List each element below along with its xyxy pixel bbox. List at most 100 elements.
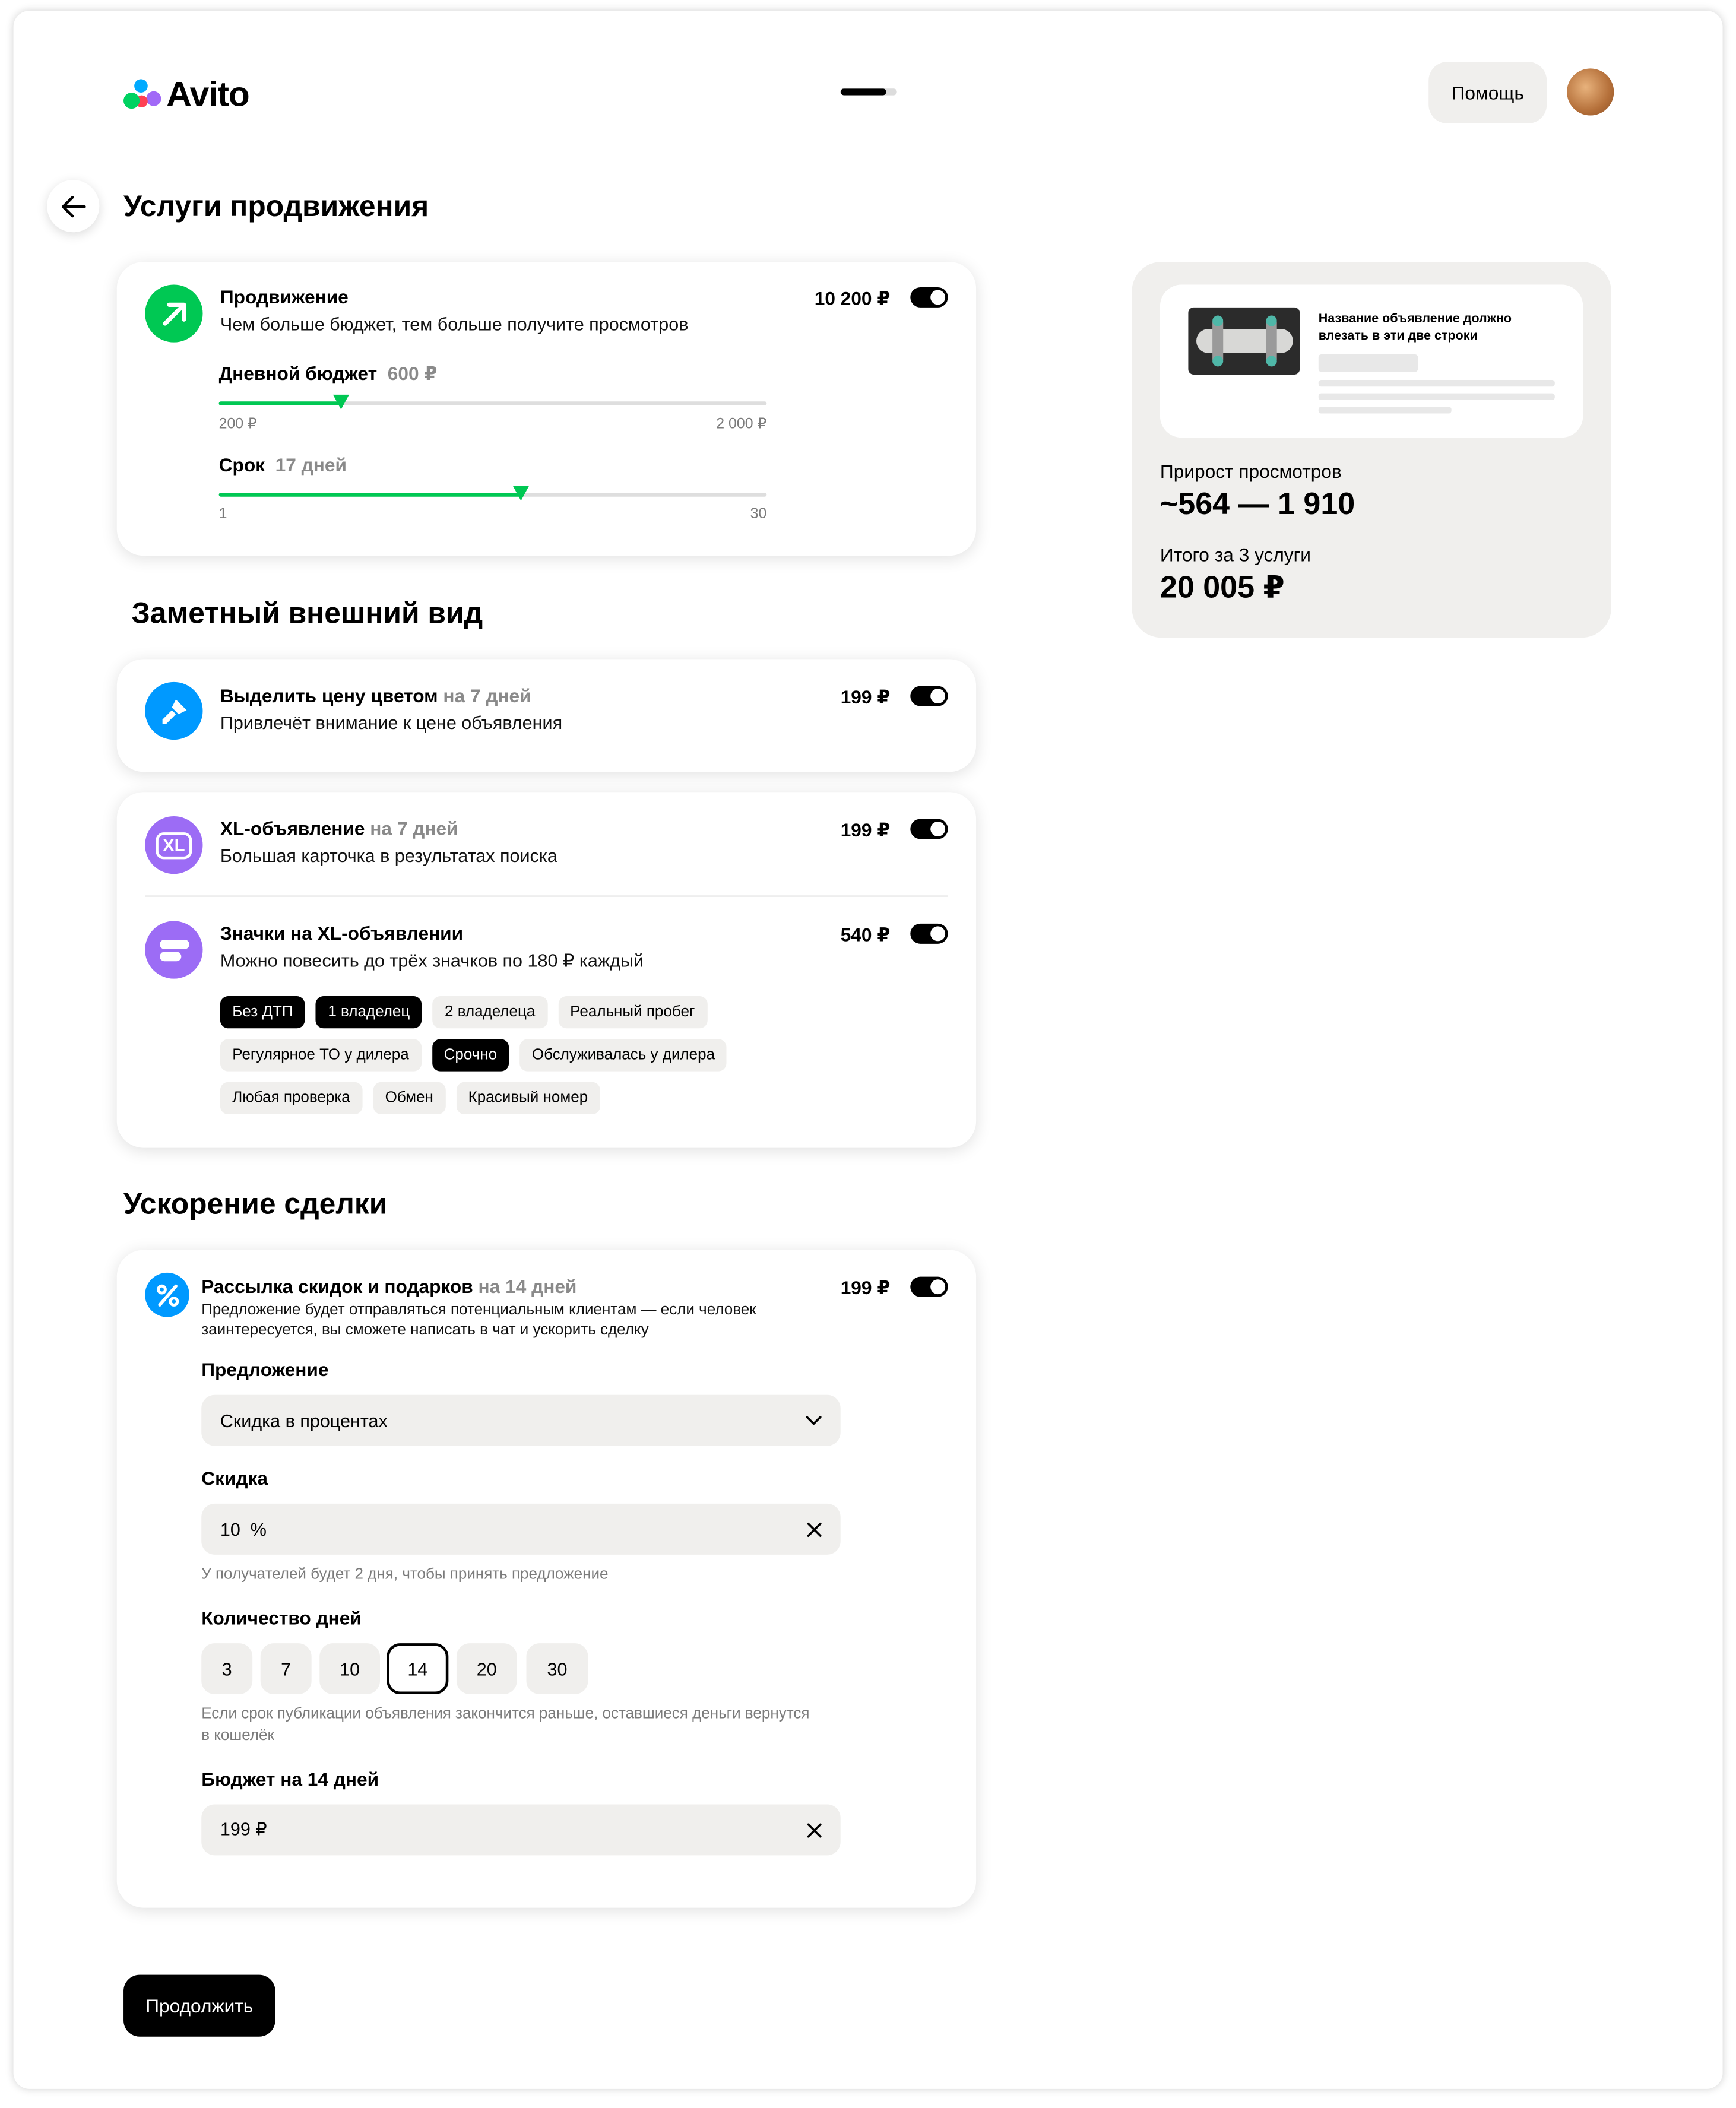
- days-hint-line1: Если срок публикации объявления закончит…: [201, 1706, 810, 1723]
- badges-price: 540 ₽: [840, 923, 891, 946]
- badge-chip[interactable]: Обмен: [373, 1082, 446, 1115]
- badge-chip[interactable]: Обслуживалась у дилера: [519, 1039, 727, 1072]
- preview-title: Название объявление должно влезать в эти…: [1318, 311, 1512, 344]
- xl-divider: [145, 895, 948, 897]
- offer-select[interactable]: Скидка в процентах: [201, 1394, 841, 1446]
- daily-budget-slider-handle[interactable]: [332, 394, 349, 410]
- term-slider-fill: [218, 492, 521, 497]
- day-option[interactable]: 30: [526, 1643, 588, 1695]
- percent-icon: [145, 1272, 189, 1317]
- offer-label: Предложение: [201, 1358, 329, 1380]
- badge-chip[interactable]: Любая проверка: [220, 1082, 363, 1115]
- term-max: 30: [750, 506, 767, 522]
- day-option[interactable]: 10: [319, 1643, 381, 1695]
- xl-price: 199 ₽: [840, 819, 891, 841]
- back-button[interactable]: [47, 180, 100, 233]
- mailing-title: Рассылка скидок и подарков на 14 дней: [201, 1275, 576, 1297]
- discount-input[interactable]: 10 %: [201, 1503, 841, 1555]
- badge-chip[interactable]: Срочно: [432, 1039, 509, 1072]
- views-value: ~564 — 1 910: [1160, 486, 1355, 521]
- continue-button[interactable]: Продолжить: [123, 1974, 275, 2037]
- xl-icon-text: XL: [156, 831, 192, 859]
- badges-title: Значки на XL-объявлении: [220, 922, 464, 944]
- term-label: Срок 17 дней: [219, 454, 347, 475]
- chevron-down-icon: [806, 1416, 822, 1425]
- term-slider-handle[interactable]: [513, 486, 530, 501]
- page: Avito Помощь Услуги продвижения Продвиже…: [0, 0, 1736, 2108]
- xl-icon: XL: [145, 816, 203, 874]
- highlight-title-text: Выделить цену цветом: [220, 684, 438, 706]
- mailing-description: Предложение будет отправляться потенциал…: [201, 1301, 756, 1340]
- daily-budget-label-text: Дневной бюджет: [218, 362, 378, 384]
- mailing-toggle[interactable]: [910, 1276, 948, 1297]
- promotion-description: Чем больше бюджет, тем больше получите п…: [220, 314, 689, 335]
- arrow-left-icon: [61, 195, 85, 217]
- daily-budget-max: 2 000 ₽: [716, 416, 767, 433]
- logo-dots-icon: [123, 76, 161, 113]
- mailing-description-line1: Предложение будет отправляться потенциал…: [201, 1302, 756, 1318]
- avatar[interactable]: [1567, 68, 1614, 116]
- offer-select-value: Скидка в процентах: [220, 1410, 388, 1431]
- budget-input-value: 199 ₽: [220, 1819, 267, 1840]
- badge-chip[interactable]: Красивый номер: [456, 1082, 600, 1115]
- xl-description: Большая карточка в результатах поиска: [220, 845, 557, 866]
- day-option[interactable]: 3: [201, 1643, 253, 1695]
- daily-budget-slider[interactable]: [218, 394, 767, 410]
- logo-text: Avito: [166, 74, 249, 115]
- badge-chips: Без ДТП 1 владелец 2 владелеца Реальный про…: [220, 996, 784, 1115]
- total-value: 20 005 ₽: [1160, 569, 1285, 604]
- daily-budget-slider-fill: [218, 401, 341, 405]
- brush-icon: [145, 681, 203, 740]
- preview-line-placeholder: [1318, 380, 1555, 387]
- budget-input[interactable]: 199 ₽: [201, 1804, 841, 1856]
- term-value: 17 дней: [275, 454, 347, 476]
- days-label: Количество дней: [201, 1607, 362, 1629]
- avito-logo[interactable]: Avito: [123, 74, 250, 115]
- discount-hint: У получателей будет 2 дня, чтобы принять…: [201, 1567, 609, 1583]
- views-label: Прирост просмотров: [1160, 460, 1342, 482]
- promotion-title: Продвижение: [220, 286, 349, 308]
- preview-price-placeholder: [1318, 354, 1418, 372]
- page-title: Услуги продвижения: [123, 189, 429, 223]
- badge-chip[interactable]: 1 владелец: [316, 996, 422, 1029]
- day-option[interactable]: 14: [387, 1643, 449, 1695]
- term-slider[interactable]: [218, 486, 767, 501]
- highlight-duration: на 7 дней: [443, 684, 531, 706]
- badge-chip[interactable]: Реальный пробег: [557, 996, 707, 1029]
- promotion-price: 10 200 ₽: [814, 287, 891, 309]
- highlight-description: Привлечёт внимание к цене объявления: [220, 712, 563, 733]
- preview-line-placeholder: [1318, 407, 1452, 414]
- badges-toggle[interactable]: [910, 923, 948, 944]
- total-label: Итого за 3 услуги: [1160, 543, 1311, 566]
- days-hint-line2: в кошелёк: [201, 1727, 274, 1744]
- mailing-price: 199 ₽: [840, 1276, 891, 1298]
- daily-budget-value: 600 ₽: [387, 362, 438, 384]
- daily-budget-min: 200 ₽: [218, 416, 257, 433]
- daily-budget-label: Дневной бюджет 600 ₽: [219, 363, 438, 385]
- help-button[interactable]: Помощь: [1428, 62, 1547, 124]
- arrow-up-right-icon: [145, 284, 203, 343]
- highlight-toggle[interactable]: [910, 686, 948, 706]
- clear-budget-icon[interactable]: [807, 1822, 822, 1837]
- badge-chip[interactable]: 2 владелеца: [432, 996, 547, 1029]
- badges-description: Можно повесить до трёх значков по 180 ₽ …: [220, 950, 644, 971]
- promotion-toggle[interactable]: [910, 287, 948, 308]
- appearance-heading: Заметный внешний вид: [131, 596, 483, 630]
- mailing-title-text: Рассылка скидок и подарков: [201, 1275, 473, 1297]
- budget-label: Бюджет на 14 дней: [201, 1768, 379, 1790]
- clear-discount-icon[interactable]: [807, 1521, 822, 1536]
- term-min: 1: [218, 506, 227, 522]
- badge-chip[interactable]: Без ДТП: [220, 996, 305, 1029]
- badge-chip[interactable]: Регулярное ТО у дилера: [220, 1039, 422, 1072]
- step-progress-fill: [840, 88, 886, 96]
- xl-toggle[interactable]: [910, 819, 948, 839]
- day-option[interactable]: 20: [456, 1643, 517, 1695]
- discount-input-value: 10 %: [220, 1519, 267, 1539]
- xl-title-text: XL-объявление: [220, 817, 365, 839]
- xl-title: XL-объявление на 7 дней: [220, 817, 458, 839]
- highlight-title: Выделить цену цветом на 7 дней: [220, 684, 531, 706]
- listing-thumbnail: [1188, 307, 1300, 375]
- preview-line-placeholder: [1318, 393, 1555, 400]
- xl-duration: на 7 дней: [370, 817, 458, 839]
- day-option[interactable]: 7: [260, 1643, 312, 1695]
